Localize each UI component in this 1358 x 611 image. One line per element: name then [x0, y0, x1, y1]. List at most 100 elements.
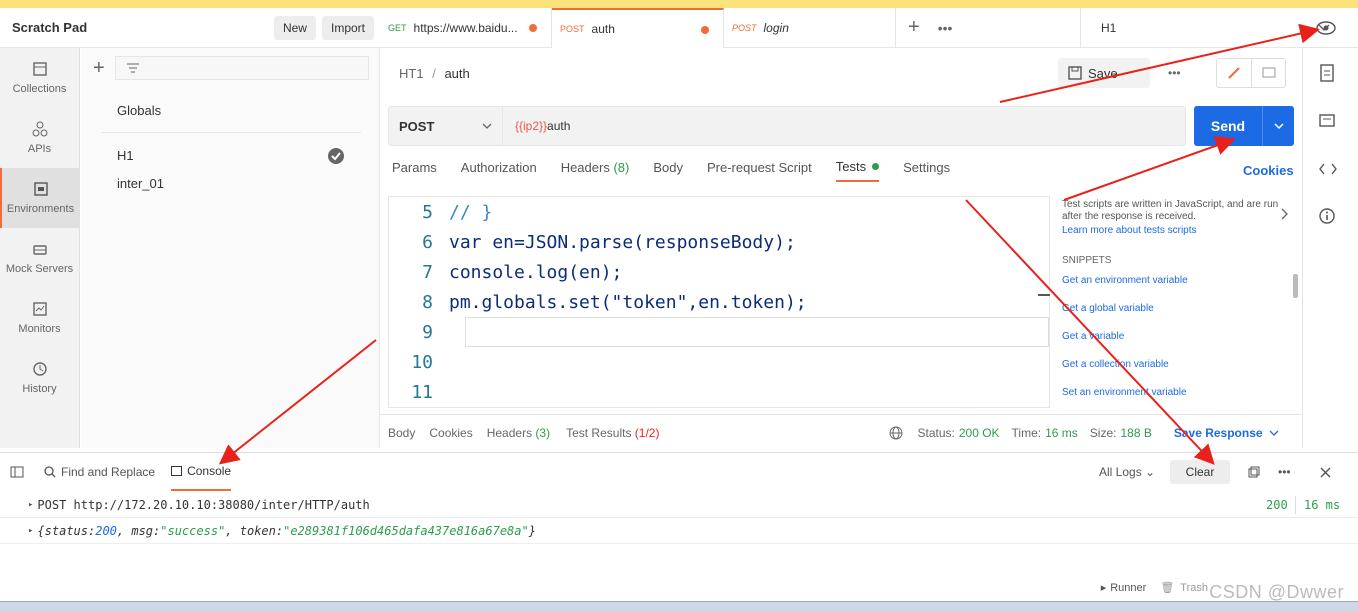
more-tabs-icon[interactable]: •••	[938, 20, 953, 36]
divider	[1295, 495, 1296, 514]
snippet-link[interactable]: Set an environment variable	[1062, 387, 1298, 399]
method-select[interactable]: POST	[389, 107, 503, 145]
resp-tab-test-results[interactable]: Test Results (1/2)	[566, 426, 659, 440]
resp-tab-cookies[interactable]: Cookies	[429, 426, 472, 440]
tab-authorization[interactable]: Authorization	[461, 158, 537, 182]
history-icon	[32, 362, 47, 376]
eye-icon[interactable]	[1316, 21, 1336, 35]
toggle-sidebar-icon[interactable]	[10, 466, 24, 478]
more-actions-icon[interactable]: •••	[1168, 66, 1181, 80]
rail-label: Collections	[12, 83, 67, 95]
comments-icon[interactable]	[1319, 114, 1335, 130]
trash-icon[interactable]: 🗑	[1160, 581, 1174, 594]
tab-settings[interactable]: Settings	[903, 158, 950, 182]
tab-body[interactable]: Body	[653, 158, 683, 182]
rail-item-monitors[interactable]: Monitors	[0, 288, 79, 348]
trash-button[interactable]: Trash	[1180, 582, 1208, 594]
tests-editor[interactable]: 5// } 6 var en=JSON.parse(responseBody); …	[388, 196, 1050, 408]
edit-icon[interactable]	[1217, 59, 1252, 87]
runner-icon[interactable]: ▸	[1101, 581, 1107, 594]
rail-item-collections[interactable]: Collections	[0, 48, 79, 108]
resp-tests-label: Test Results	[566, 425, 632, 440]
learn-tests-link[interactable]: Learn more about tests scripts	[1062, 225, 1298, 237]
send-dropdown[interactable]	[1262, 106, 1294, 146]
tab-post-login[interactable]: POST login	[724, 7, 896, 48]
response-code: 200	[1266, 497, 1288, 512]
tab-headers[interactable]: Headers (8)	[561, 158, 630, 182]
tab-get-baidu[interactable]: GET https://www.baidu...	[380, 7, 552, 48]
obj-token-key: , token:	[225, 523, 284, 538]
resp-tab-headers[interactable]: Headers (3)	[487, 426, 550, 440]
snippet-link[interactable]: Get a global variable	[1062, 303, 1298, 315]
cookies-link[interactable]: Cookies	[1243, 163, 1294, 178]
expand-icon[interactable]: ▸	[28, 500, 33, 510]
save-button[interactable]: Save	[1058, 58, 1150, 88]
info-icon[interactable]	[1319, 208, 1335, 224]
code-icon[interactable]	[1319, 162, 1337, 176]
find-replace-tab[interactable]: Find and Replace	[61, 465, 155, 479]
url-variable: {{ip2}}	[515, 119, 548, 133]
console-log-request[interactable]: ▸ POST http://172.20.10.10:38080/inter/H…	[0, 492, 1358, 518]
comment-icon[interactable]	[1252, 59, 1285, 87]
tab-name: login	[763, 20, 789, 35]
console-log-object[interactable]: ▸ {status: 200 , msg: "success" , token:…	[0, 518, 1358, 544]
time-label: Time:	[1011, 425, 1042, 440]
clear-console-button[interactable]: Clear	[1170, 460, 1230, 484]
save-label: Save	[1088, 65, 1118, 81]
tab-pre-request[interactable]: Pre-request Script	[707, 158, 812, 182]
code-line: // }	[449, 201, 493, 223]
tab-tests[interactable]: Tests	[835, 158, 880, 182]
env-item-h1[interactable]: H1	[117, 148, 134, 163]
globe-icon[interactable]	[889, 426, 903, 440]
chevron-down-icon	[1269, 430, 1279, 436]
close-icon[interactable]	[1320, 467, 1331, 478]
console-header: Find and Replace Console All Logs ⌄ Clea…	[0, 452, 1358, 491]
snippet-link[interactable]: Get an environment variable	[1062, 275, 1298, 287]
breadcrumb-parent[interactable]: HT1	[399, 66, 424, 81]
send-button[interactable]: Send	[1194, 106, 1294, 146]
expand-icon[interactable]: ▸	[28, 526, 33, 536]
url-input[interactable]: {{ip2}}auth	[503, 119, 570, 133]
snippets-scrollbar[interactable]	[1293, 274, 1298, 298]
console-tab[interactable]: Console	[171, 453, 232, 491]
tab-post-auth[interactable]: POST auth	[552, 7, 724, 48]
tab-name: https://www.baidu...	[413, 20, 518, 35]
resp-tab-body[interactable]: Body	[388, 426, 415, 440]
snippet-link[interactable]: Get a collection variable	[1062, 359, 1298, 371]
rail-item-apis[interactable]: APIs	[0, 108, 79, 168]
url-bar: POST {{ip2}}auth	[388, 106, 1186, 146]
new-button[interactable]: New	[273, 15, 316, 40]
rail-label: History	[22, 383, 57, 395]
headers-count: (8)	[613, 159, 630, 175]
documentation-icon[interactable]	[1319, 64, 1335, 82]
more-console-icon[interactable]: •••	[1278, 465, 1291, 479]
import-button[interactable]: Import	[321, 15, 374, 40]
filter-input[interactable]	[114, 56, 369, 80]
add-icon[interactable]: +	[93, 57, 105, 80]
resp-headers-label: Headers	[486, 425, 533, 440]
new-tab-icon[interactable]: +	[908, 16, 920, 39]
tab-tests-label: Tests	[835, 158, 867, 174]
rail-item-mock-servers[interactable]: Mock Servers	[0, 228, 79, 288]
chevron-right-icon[interactable]	[1281, 208, 1289, 220]
snippet-link[interactable]: Get a variable	[1062, 331, 1298, 343]
status-bar: ▸ Runner 🗑 Trash	[0, 574, 1358, 601]
save-response-button[interactable]: Save Response	[1174, 426, 1263, 440]
globals-item[interactable]: Globals	[117, 103, 161, 118]
request-tabs: GET https://www.baidu... POST auth POST …	[380, 7, 1358, 48]
tab-params[interactable]: Params	[392, 158, 437, 182]
line-number: 10	[411, 351, 433, 373]
chevron-down-icon	[1273, 123, 1284, 129]
env-item-inter01[interactable]: inter_01	[117, 176, 164, 191]
environment-selector[interactable]: H1	[1080, 8, 1330, 48]
rail-item-history[interactable]: History	[0, 348, 79, 408]
rail-item-environments[interactable]: Environments	[0, 168, 79, 228]
runner-button[interactable]: Runner	[1110, 582, 1146, 594]
rail-label: Mock Servers	[5, 263, 74, 275]
obj-status: 200	[95, 523, 117, 538]
log-level-select[interactable]: All Logs ⌄	[1099, 465, 1155, 479]
copy-icon[interactable]	[1248, 466, 1260, 478]
size-label: Size:	[1089, 425, 1117, 440]
arrow-to-send	[1063, 135, 1236, 201]
environments-panel: + Globals H1 inter_01	[81, 48, 380, 448]
